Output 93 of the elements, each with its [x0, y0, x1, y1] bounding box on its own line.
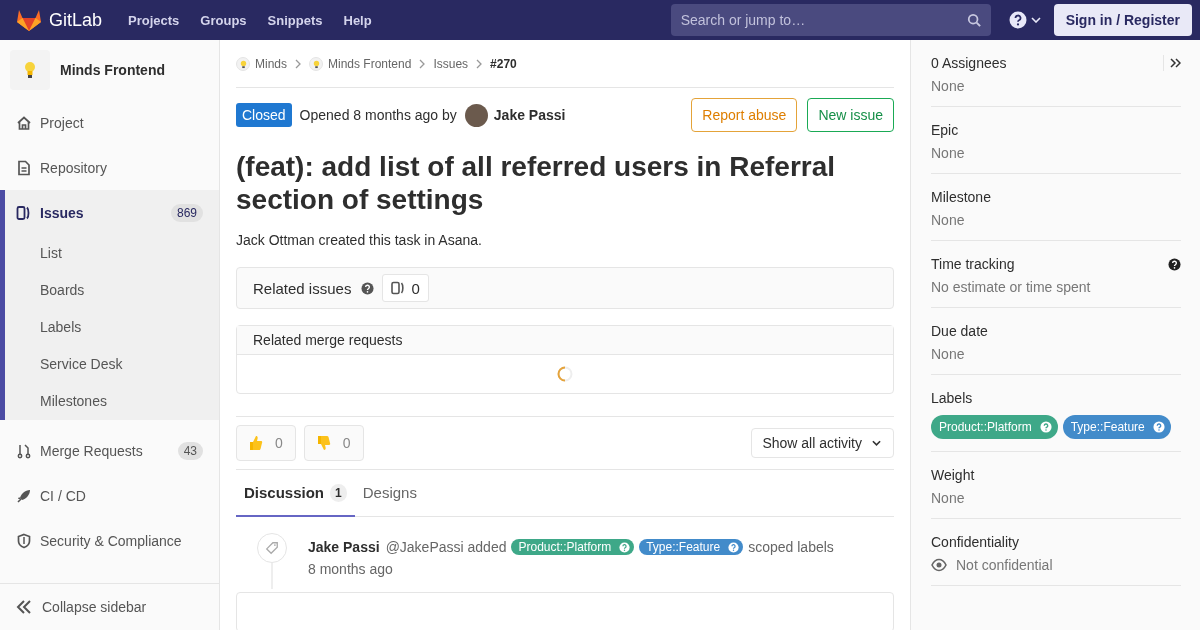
- search-field[interactable]: Search or jump to…: [670, 4, 991, 36]
- chevron-right-icon: [419, 58, 426, 69]
- sidebar-item[interactable]: CI / CD: [0, 473, 219, 518]
- nav-link[interactable]: Help: [343, 12, 372, 28]
- chevron-down-icon: [1030, 17, 1041, 23]
- related-issues-title: Related issues: [253, 279, 352, 297]
- project-name[interactable]: Minds Frontend: [60, 62, 165, 78]
- lightbulb-icon: [238, 58, 248, 69]
- nav-link[interactable]: Groups: [200, 12, 247, 28]
- issue-description: Jack Ottman created this task in Asana.: [236, 232, 483, 248]
- sidebar-item[interactable]: Project: [0, 100, 219, 145]
- project-avatar[interactable]: [236, 56, 250, 71]
- sidebar-item[interactable]: Repository: [0, 145, 219, 190]
- help-icon: [1039, 421, 1052, 433]
- tab[interactable]: Discussion 1: [236, 470, 355, 517]
- count-badge: 869: [170, 203, 203, 222]
- nav-link[interactable]: Projects: [128, 12, 180, 28]
- status-badge: Closed: [236, 103, 292, 127]
- note-text: @JakePassi added: [385, 539, 507, 555]
- award-button[interactable]: 0: [236, 425, 296, 461]
- chevron-right-icon: [476, 58, 483, 69]
- eye-icon: [931, 557, 947, 573]
- new-issue-button[interactable]: New issue: [807, 98, 894, 132]
- section-value: No estimate or time spent: [931, 279, 1092, 295]
- help-icon: [1152, 421, 1165, 433]
- lightbulb-icon: [311, 58, 321, 69]
- fox-logo-icon[interactable]: [16, 8, 42, 32]
- help-icon: [619, 541, 631, 553]
- section-value: None: [931, 490, 966, 506]
- section-value: None: [931, 346, 966, 362]
- document-icon: [16, 159, 32, 176]
- breadcrumb-link[interactable]: Minds: [255, 56, 287, 71]
- opened-text: Opened 8 months ago by: [299, 107, 457, 123]
- breadcrumb-link[interactable]: #270: [490, 56, 517, 71]
- lightbulb-icon: [24, 61, 36, 79]
- label-tag[interactable]: Type::Feature: [639, 539, 744, 555]
- related-issues-count[interactable]: 0: [382, 274, 429, 302]
- tab[interactable]: Designs: [354, 470, 425, 517]
- sidebar-item[interactable]: Merge Requests 43: [0, 428, 219, 473]
- section-value: Not confidential: [956, 557, 1053, 573]
- home-icon: [16, 114, 32, 131]
- help-icon: [728, 541, 740, 553]
- sidebar-subitem[interactable]: Milestones: [5, 383, 219, 420]
- search-icon: [966, 13, 981, 27]
- breadcrumb-link[interactable]: Issues: [433, 56, 469, 71]
- section-title: Weight: [931, 467, 975, 483]
- count-badge: 43: [177, 441, 203, 460]
- sidebar-subitem[interactable]: Labels: [5, 309, 219, 346]
- section-value: None: [931, 145, 966, 161]
- sidebar-subitem[interactable]: Service Desk: [5, 346, 219, 383]
- author-link[interactable]: Jake Passi: [308, 539, 380, 555]
- help-icon[interactable]: [1168, 257, 1181, 271]
- section-title: Epic: [931, 122, 959, 138]
- nav-link[interactable]: Snippets: [267, 12, 323, 28]
- section-value: None: [931, 212, 966, 228]
- help-icon[interactable]: [361, 281, 375, 295]
- collapse-sidebar-button[interactable]: [1163, 55, 1181, 71]
- note-timestamp: 8 months ago: [308, 561, 394, 577]
- avatar[interactable]: [464, 103, 488, 127]
- section-value: None: [931, 78, 966, 94]
- loading-spinner-icon: [557, 366, 573, 382]
- thumbs-up-icon: [247, 434, 265, 452]
- issues-icon: [391, 281, 406, 295]
- section-title: Labels: [931, 390, 973, 406]
- activity-filter-dropdown[interactable]: Show all activity: [751, 428, 894, 458]
- note-text: scoped labels: [748, 539, 834, 555]
- logo-text[interactable]: GitLab: [49, 9, 103, 31]
- author-link[interactable]: Jake Passi: [493, 107, 566, 123]
- chevron-right-icon: [295, 58, 301, 69]
- double-chevron-left-icon: [16, 600, 32, 614]
- section-title: Milestone: [931, 189, 991, 205]
- double-chevron-right-icon: [1170, 58, 1181, 68]
- label-tag[interactable]: Type::Feature: [1062, 415, 1171, 439]
- breadcrumb-link[interactable]: Minds Frontend: [328, 56, 412, 71]
- chevron-down-icon: [872, 440, 881, 446]
- help-icon: [1008, 11, 1027, 29]
- section-title: Time tracking: [931, 256, 1015, 272]
- sidebar-subitem[interactable]: List: [5, 235, 219, 272]
- award-button[interactable]: 0: [303, 425, 364, 461]
- sidebar-subitem[interactable]: Boards: [5, 272, 219, 309]
- project-avatar[interactable]: [309, 56, 323, 71]
- issues-icon: [16, 204, 32, 221]
- related-merge-requests-title: Related merge requests: [253, 332, 403, 348]
- merge-request-icon: [16, 442, 32, 459]
- section-title: Confidentiality: [931, 534, 1019, 550]
- sidebar-item[interactable]: Security & Compliance: [0, 518, 219, 563]
- section-title: Due date: [931, 323, 988, 339]
- section-title: 0 Assignees: [931, 55, 1007, 71]
- shield-icon: [16, 532, 32, 549]
- issue-title: (feat): add list of all referred users in Referral section of settings: [236, 150, 837, 216]
- sign-in-button[interactable]: Sign in / Register: [1053, 4, 1192, 36]
- sidebar-item[interactable]: Issues 869: [5, 190, 219, 235]
- count-badge: 1: [330, 483, 347, 502]
